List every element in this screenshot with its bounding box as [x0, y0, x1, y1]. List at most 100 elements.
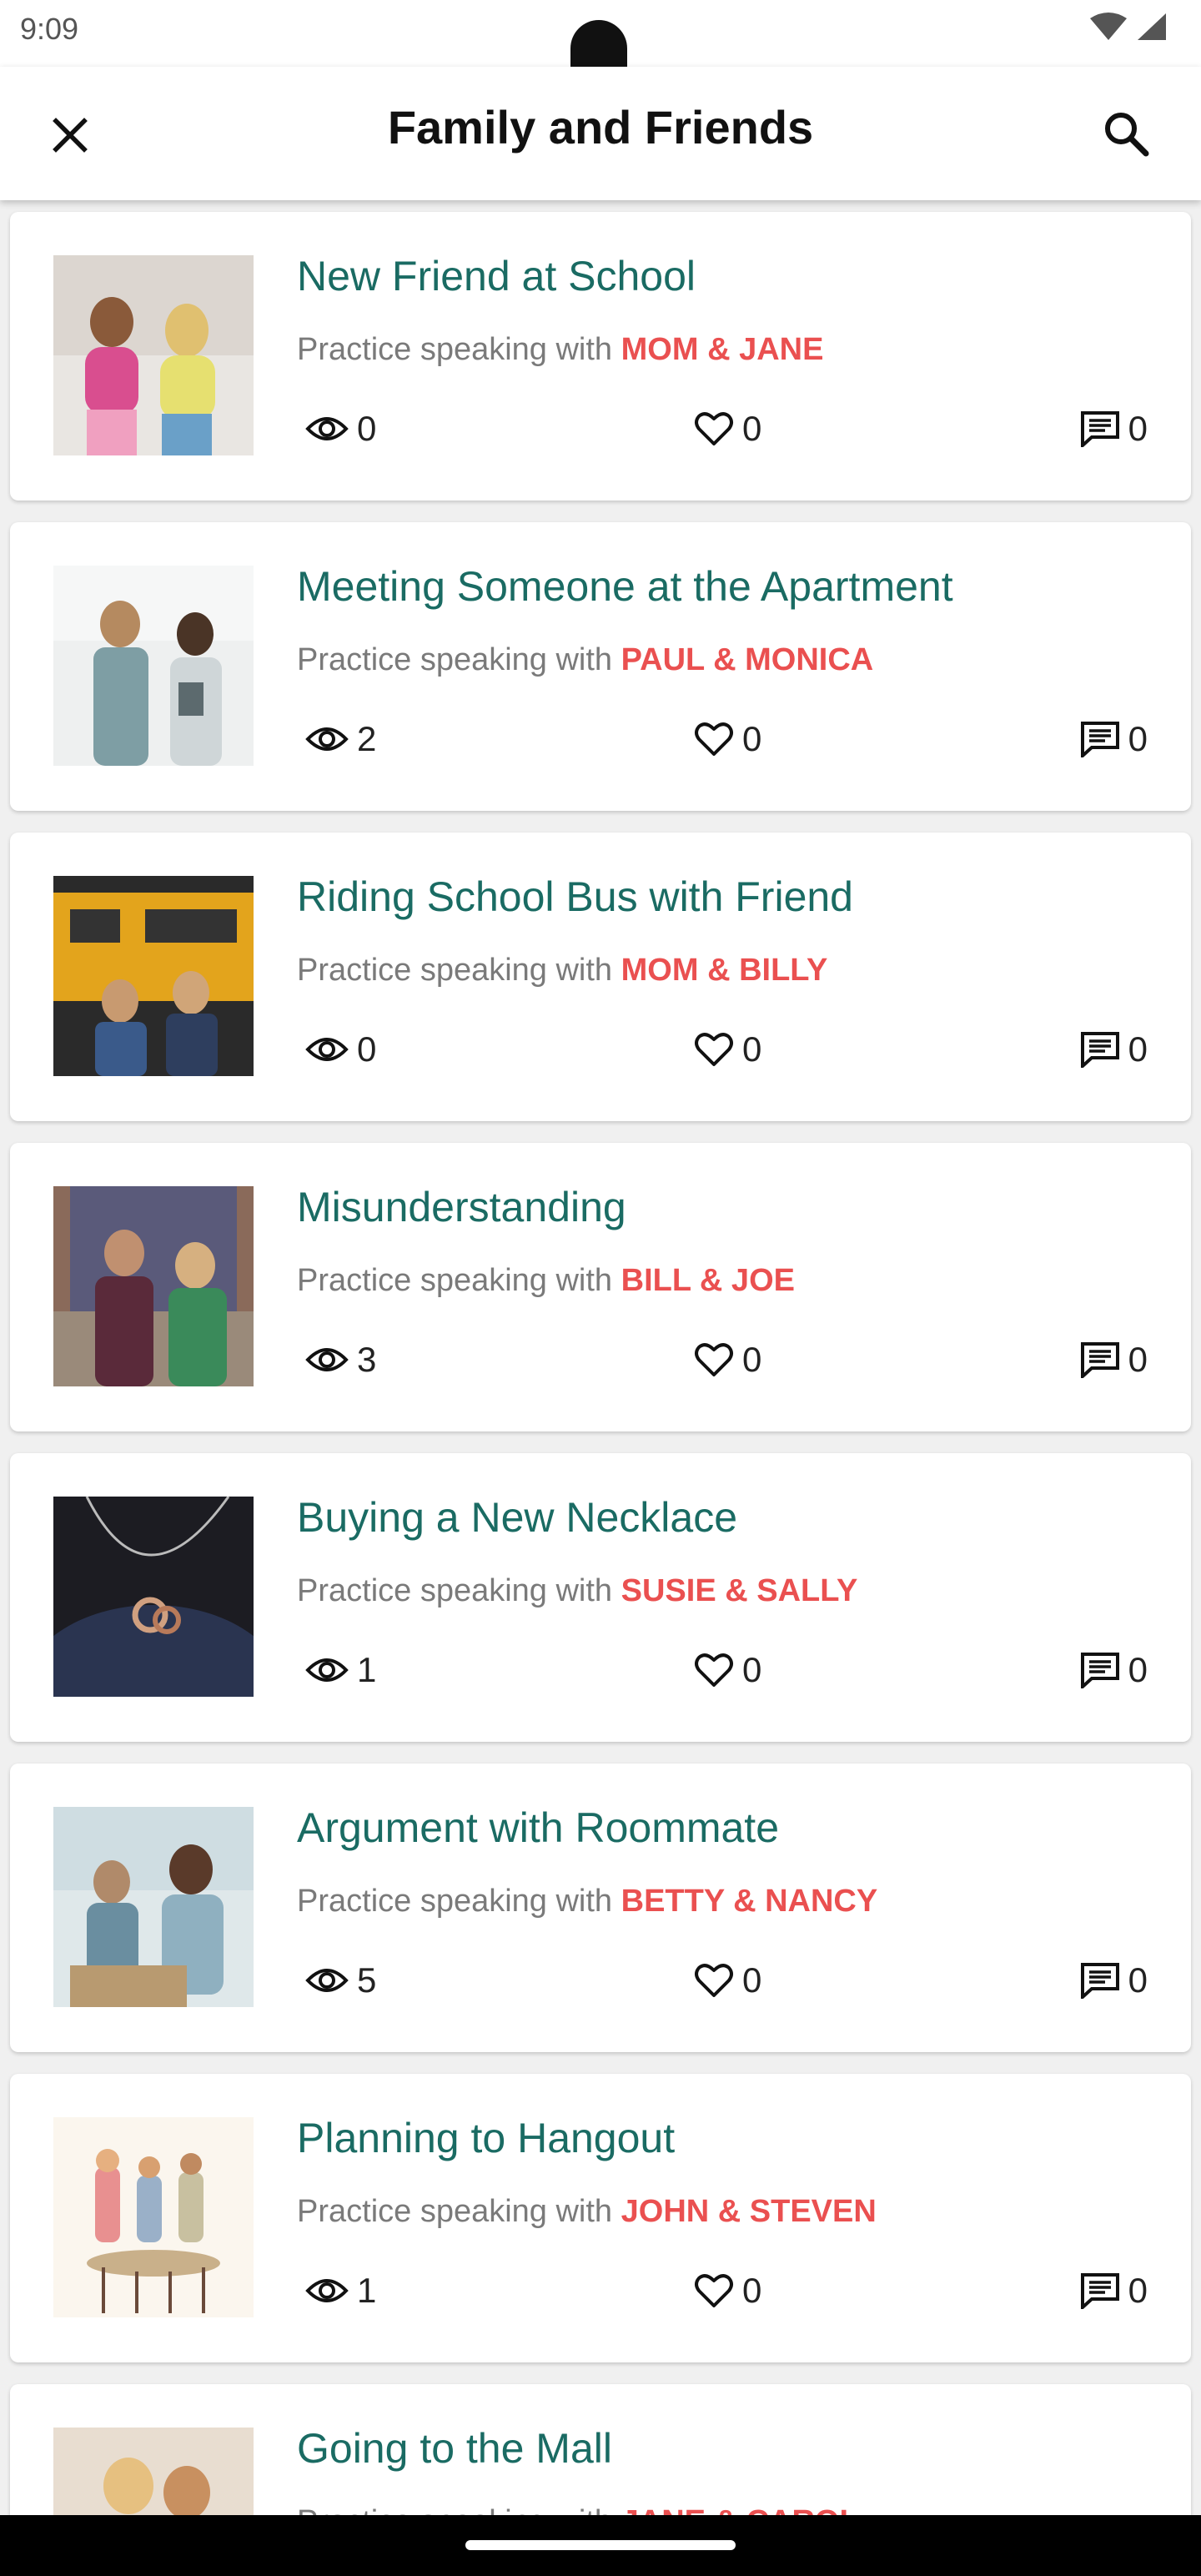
lesson-subtitle: Practice speaking with BETTY & NANCY — [297, 1884, 877, 1919]
views-stat: 0 — [305, 409, 376, 449]
lesson-card[interactable]: Going to the Mall Practice speaking with… — [10, 2384, 1191, 2515]
eye-icon — [305, 1655, 349, 1685]
home-gesture-handle[interactable] — [465, 2540, 736, 2550]
lesson-card[interactable]: Riding School Bus with Friend Practice s… — [10, 833, 1191, 1121]
views-count: 0 — [357, 409, 377, 448]
lesson-title: New Friend at School — [297, 253, 696, 299]
views-count: 0 — [357, 1029, 377, 1069]
comments-count: 0 — [1128, 719, 1148, 758]
eye-icon — [305, 1345, 349, 1375]
heart-icon — [694, 410, 734, 447]
likes-stat[interactable]: 0 — [694, 409, 761, 449]
views-count: 2 — [357, 719, 377, 758]
subtitle-prefix: Practice speaking with — [297, 642, 613, 677]
lesson-card[interactable]: Meeting Someone at the Apartment Practic… — [10, 522, 1191, 811]
comments-stat[interactable]: 0 — [1080, 1340, 1148, 1380]
comments-stat[interactable]: 0 — [1080, 1029, 1148, 1069]
likes-count: 0 — [742, 1960, 762, 2000]
comments-stat[interactable]: 0 — [1080, 1960, 1148, 2000]
comments-stat[interactable]: 0 — [1080, 719, 1148, 759]
eye-icon — [305, 2276, 349, 2306]
lesson-title: Meeting Someone at the Apartment — [297, 563, 953, 610]
comment-icon — [1080, 2272, 1120, 2309]
comments-stat[interactable]: 0 — [1080, 409, 1148, 449]
likes-stat[interactable]: 0 — [694, 1029, 761, 1069]
likes-stat[interactable]: 0 — [694, 2271, 761, 2311]
lesson-title: Misunderstanding — [297, 1184, 626, 1230]
views-stat: 2 — [305, 719, 376, 759]
heart-icon — [694, 721, 734, 757]
app-bar: Family and Friends — [0, 67, 1201, 200]
comments-count: 0 — [1128, 1650, 1148, 1689]
heart-icon — [694, 1341, 734, 1378]
comments-count: 0 — [1128, 2271, 1148, 2310]
comment-icon — [1080, 1341, 1120, 1378]
lesson-card[interactable]: New Friend at School Practice speaking w… — [10, 212, 1191, 501]
status-bar: 9:09 — [0, 0, 1201, 70]
lesson-thumbnail — [53, 566, 254, 766]
likes-count: 0 — [742, 1340, 762, 1379]
comments-count: 0 — [1128, 409, 1148, 448]
eye-icon — [305, 1965, 349, 1995]
camera-cutout — [570, 20, 627, 70]
eye-icon — [305, 1034, 349, 1064]
status-icons — [1089, 12, 1168, 46]
likes-stat[interactable]: 0 — [694, 719, 761, 759]
lesson-subtitle: Practice speaking with BILL & JOE — [297, 1263, 795, 1299]
likes-count: 0 — [742, 719, 762, 758]
status-time: 9:09 — [20, 12, 79, 46]
comment-icon — [1080, 1031, 1120, 1068]
views-count: 3 — [357, 1340, 377, 1379]
page-title: Family and Friends — [387, 101, 814, 153]
lesson-card[interactable]: Buying a New Necklace Practice speaking … — [10, 1453, 1191, 1742]
eye-icon — [305, 414, 349, 444]
search-button[interactable] — [1096, 105, 1156, 165]
lesson-partners: SUSIE & SALLY — [621, 1573, 858, 1608]
comment-icon — [1080, 1962, 1120, 1999]
likes-count: 0 — [742, 1029, 762, 1069]
views-stat: 1 — [305, 1650, 376, 1690]
lesson-subtitle: Practice speaking with MOM & JANE — [297, 332, 823, 368]
likes-stat[interactable]: 0 — [694, 1960, 761, 2000]
lesson-thumbnail — [53, 255, 254, 455]
views-count: 1 — [357, 1650, 377, 1689]
heart-icon — [694, 1652, 734, 1688]
lesson-subtitle: Practice speaking with JANE & CAROL — [297, 2504, 859, 2515]
lesson-partners: MOM & JANE — [621, 332, 824, 367]
lesson-thumbnail — [53, 2428, 254, 2515]
likes-stat[interactable]: 0 — [694, 1650, 761, 1690]
lesson-partners: BILL & JOE — [621, 1263, 795, 1298]
comment-icon — [1080, 410, 1120, 447]
lesson-subtitle: Practice speaking with SUSIE & SALLY — [297, 1573, 857, 1609]
views-count: 1 — [357, 2271, 377, 2310]
lesson-card[interactable]: Argument with Roommate Practice speaking… — [10, 1763, 1191, 2052]
lesson-card[interactable]: Misunderstanding Practice speaking with … — [10, 1143, 1191, 1431]
likes-count: 0 — [742, 409, 762, 448]
lesson-thumbnail — [53, 876, 254, 1076]
lesson-thumbnail — [53, 1497, 254, 1697]
lesson-list: New Friend at School Practice speaking w… — [0, 200, 1201, 2515]
search-icon — [1102, 109, 1150, 162]
views-count: 5 — [357, 1960, 377, 2000]
comment-icon — [1080, 721, 1120, 757]
likes-count: 0 — [742, 1650, 762, 1689]
subtitle-prefix: Practice speaking with — [297, 2194, 613, 2229]
views-stat: 5 — [305, 1960, 376, 2000]
lesson-subtitle: Practice speaking with MOM & BILLY — [297, 953, 827, 989]
lesson-thumbnail — [53, 2117, 254, 2317]
likes-stat[interactable]: 0 — [694, 1340, 761, 1380]
signal-icon — [1136, 12, 1168, 46]
comments-stat[interactable]: 0 — [1080, 2271, 1148, 2311]
comments-stat[interactable]: 0 — [1080, 1650, 1148, 1690]
comments-count: 0 — [1128, 1029, 1148, 1069]
wifi-icon — [1089, 12, 1128, 46]
heart-icon — [694, 1962, 734, 1999]
lesson-subtitle: Practice speaking with JOHN & STEVEN — [297, 2194, 877, 2230]
lesson-card[interactable]: Planning to Hangout Practice speaking wi… — [10, 2074, 1191, 2362]
lesson-subtitle: Practice speaking with PAUL & MONICA — [297, 642, 873, 678]
lesson-partners: JOHN & STEVEN — [621, 2194, 877, 2229]
subtitle-prefix: Practice speaking with — [297, 1263, 613, 1298]
subtitle-prefix: Practice speaking with — [297, 2504, 612, 2515]
subtitle-prefix: Practice speaking with — [297, 1884, 613, 1919]
heart-icon — [694, 2272, 734, 2309]
